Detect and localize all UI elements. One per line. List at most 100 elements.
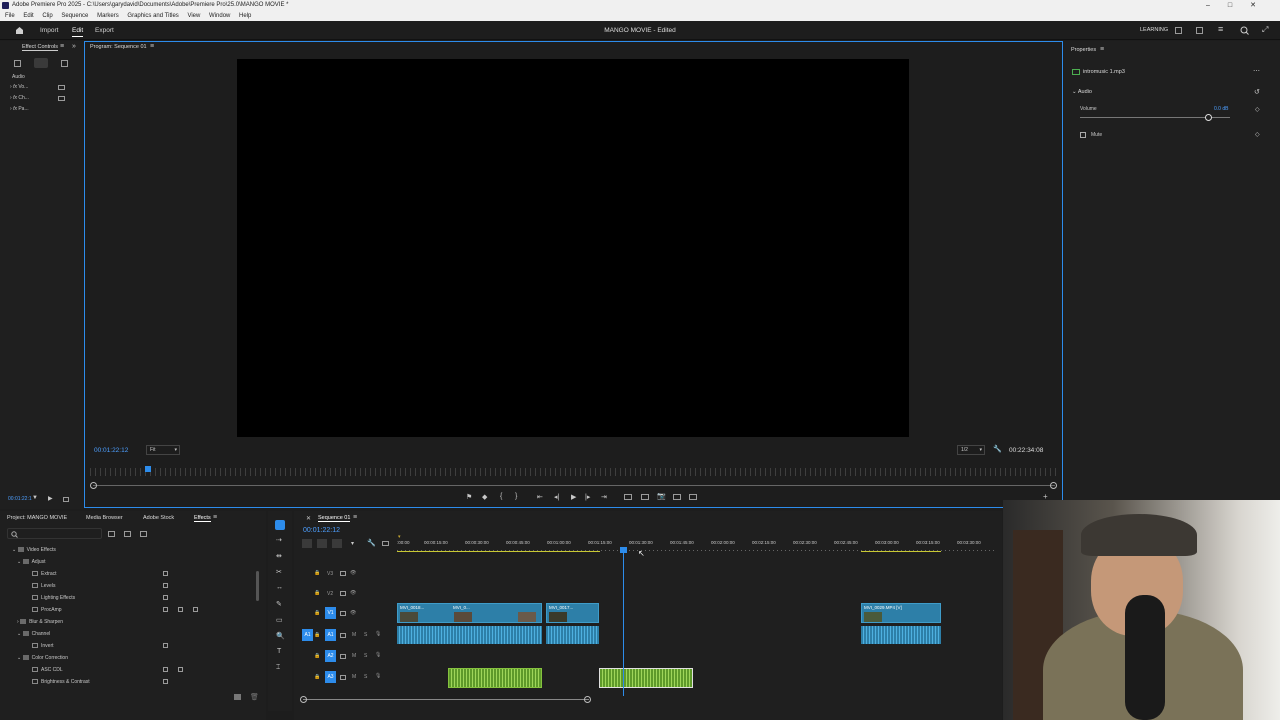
fullscreen-icon[interactable]: ⤢: [1262, 25, 1268, 35]
source-patch-a1[interactable]: A1: [302, 629, 313, 641]
audio-clip[interactable]: [861, 626, 941, 644]
audio-clip[interactable]: [546, 626, 599, 644]
mark-out-icon[interactable]: }: [515, 493, 517, 500]
panel-icon[interactable]: [1175, 27, 1182, 34]
tab-project[interactable]: Project: MANGO MOVIE: [7, 515, 67, 521]
video-frame[interactable]: [237, 59, 909, 437]
linked-selection-icon[interactable]: [332, 539, 342, 548]
yuv-effects-icon[interactable]: [140, 531, 147, 537]
lock-icon[interactable]: 🔒: [314, 610, 320, 616]
tree-blur-sharpen[interactable]: › Blur & Sharpen: [0, 616, 260, 628]
keyframe-icon[interactable]: ◇: [1255, 106, 1260, 113]
compare-icon[interactable]: [673, 494, 681, 500]
video-clip[interactable]: MVI_0017...: [546, 603, 599, 623]
lock-icon[interactable]: 🔒: [314, 653, 320, 659]
resolution-dropdown[interactable]: 1/2 ▾: [957, 445, 985, 455]
effect-controls-timecode[interactable]: 00:01:22:1: [8, 496, 32, 502]
selection-tool-icon[interactable]: [275, 520, 285, 530]
sync-lock-icon[interactable]: [340, 633, 346, 638]
share-icon[interactable]: [1196, 27, 1203, 34]
lift-icon[interactable]: [624, 494, 632, 500]
sequence-tab[interactable]: Sequence 01: [318, 515, 351, 522]
mic-icon[interactable]: 🎙: [375, 673, 381, 679]
track-label-v1[interactable]: V1: [325, 607, 336, 619]
menu-markers[interactable]: Markers: [97, 13, 119, 19]
filter-icon[interactable]: ▼: [32, 495, 38, 501]
clip-view-icon[interactable]: [14, 60, 21, 67]
program-timecode[interactable]: 00:01:22:12: [94, 447, 128, 454]
tree-brightness-contrast[interactable]: Brightness & Contrast: [0, 676, 260, 688]
panel-menu-icon[interactable]: ≡: [150, 43, 154, 50]
volume-slider-thumb[interactable]: [1204, 114, 1212, 121]
program-title[interactable]: Program: Sequence 01: [90, 44, 147, 50]
mini-playhead[interactable]: [145, 466, 151, 472]
panel-menu-icon[interactable]: ≡: [1100, 46, 1104, 53]
razor-icon[interactable]: ✂: [276, 568, 282, 576]
menu-icon[interactable]: ≡: [1218, 24, 1223, 34]
video-clip[interactable]: MVI_0018... MVI_0...: [397, 603, 542, 623]
search-icon[interactable]: [1240, 26, 1249, 35]
solo-track-icon[interactable]: S: [364, 674, 367, 680]
mark-in-icon[interactable]: {: [500, 493, 502, 500]
in-marker-icon[interactable]: ▾: [398, 534, 401, 540]
reset-icon[interactable]: [58, 85, 65, 90]
mute-checkbox[interactable]: [1080, 132, 1086, 138]
zoom-icon[interactable]: 🔍: [276, 632, 285, 640]
sync-lock-icon[interactable]: [340, 611, 346, 616]
menu-graphics[interactable]: Graphics and Titles: [127, 13, 178, 19]
ripple-edit-icon[interactable]: ⇹: [276, 552, 282, 560]
tree-asc-cdl[interactable]: ASC CDL: [0, 664, 260, 676]
tree-video-effects[interactable]: ⌄ Video Effects: [0, 544, 260, 556]
lock-icon[interactable]: 🔒: [314, 570, 320, 576]
solo-track-icon[interactable]: S: [364, 632, 367, 638]
slip-icon[interactable]: ↔: [276, 584, 283, 591]
track-label-v3[interactable]: V3: [327, 571, 333, 577]
zoom-handle-left[interactable]: [90, 482, 97, 489]
play-icon[interactable]: ▶: [571, 493, 576, 501]
mute-track-icon[interactable]: M: [352, 632, 356, 638]
type-icon[interactable]: T: [277, 648, 281, 655]
timeline-timecode[interactable]: 00:01:22:12: [303, 527, 340, 534]
add-marker-icon[interactable]: ⚑: [466, 493, 472, 501]
text-icon[interactable]: ⌶: [276, 664, 280, 672]
captions-icon[interactable]: [382, 541, 389, 546]
scroll-handle-right[interactable]: [584, 696, 591, 703]
sync-lock-icon[interactable]: [340, 654, 346, 659]
tab-adobe-stock[interactable]: Adobe Stock: [143, 515, 174, 521]
mic-icon[interactable]: 🎙: [375, 652, 381, 658]
mute-track-icon[interactable]: M: [352, 653, 356, 659]
tree-channel[interactable]: ⌄ Channel: [0, 628, 260, 640]
menu-sequence[interactable]: Sequence: [61, 13, 88, 19]
tree-lighting-effects[interactable]: Lighting Effects: [0, 592, 260, 604]
eye-icon[interactable]: 👁: [350, 570, 356, 576]
mic-icon[interactable]: 🎙: [375, 631, 381, 637]
accelerated-effects-icon[interactable]: [108, 531, 115, 537]
music-clip[interactable]: [448, 668, 542, 688]
audio-clip[interactable]: [397, 626, 542, 644]
workspace-label[interactable]: LEARNING: [1140, 27, 1168, 33]
menu-help[interactable]: Help: [239, 13, 251, 19]
lock-icon[interactable]: 🔒: [314, 674, 320, 680]
scroll-handle-left[interactable]: [300, 696, 307, 703]
new-bin-icon[interactable]: [234, 694, 241, 700]
play-audio-icon[interactable]: ▶: [48, 495, 53, 502]
menu-file[interactable]: File: [5, 13, 15, 19]
marker-icon[interactable]: ▾: [351, 540, 354, 547]
eye-icon[interactable]: 👁: [350, 590, 356, 596]
extract-icon[interactable]: [641, 494, 649, 500]
fit-dropdown[interactable]: Fit ▾: [146, 445, 180, 455]
mini-ruler[interactable]: [90, 468, 1056, 476]
more-options-icon[interactable]: ⋯: [1253, 67, 1260, 75]
properties-title[interactable]: Properties: [1071, 47, 1096, 53]
menu-clip[interactable]: Clip: [42, 13, 52, 19]
tree-extract[interactable]: Extract: [0, 568, 260, 580]
lock-icon[interactable]: 🔒: [314, 590, 320, 596]
reset-icon[interactable]: [58, 96, 65, 101]
track-label-a2[interactable]: A2: [325, 650, 336, 662]
track-label-a1[interactable]: A1: [325, 629, 336, 641]
reset-icon[interactable]: ↺: [1254, 88, 1260, 96]
close-icon[interactable]: ✕: [306, 515, 311, 522]
window-controls[interactable]: –□✕: [1206, 0, 1274, 11]
go-to-out-icon[interactable]: ⇥: [601, 493, 607, 501]
tree-adjust[interactable]: ⌄ Adjust: [0, 556, 260, 568]
